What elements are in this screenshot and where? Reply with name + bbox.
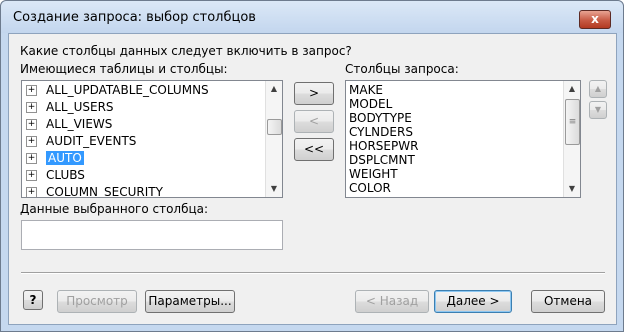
query-columns-scrollbar[interactable]: ▲ ≡ ▼	[563, 81, 580, 197]
scroll-up-arrow-icon[interactable]: ▲	[266, 81, 282, 97]
scroll-up-arrow-icon[interactable]: ▲	[564, 81, 580, 97]
help-icon: ?	[29, 293, 37, 307]
dialog-body: Какие столбцы данных следует включить в …	[8, 33, 617, 325]
tree-item[interactable]: + COLUMN_SECURITY	[26, 185, 163, 198]
options-button[interactable]: Параметры...	[145, 290, 235, 313]
expand-icon[interactable]: +	[26, 136, 37, 147]
tree-item-label: AUTO	[46, 151, 84, 165]
scroll-thumb[interactable]	[267, 119, 282, 135]
move-up-button[interactable]: ▲	[589, 80, 607, 98]
title-bar: Создание запроса: выбор столбцов x	[1, 1, 623, 33]
selected-column-data-field	[21, 220, 283, 250]
expand-icon[interactable]: +	[26, 187, 37, 197]
help-button[interactable]: ?	[23, 290, 43, 310]
back-button[interactable]: < Назад	[355, 290, 429, 313]
tree-item[interactable]: + CLUBS	[26, 168, 85, 185]
tree-item-label: ALL_VIEWS	[46, 117, 113, 131]
expand-icon[interactable]: +	[26, 170, 37, 181]
tree-item-label: CLUBS	[46, 168, 85, 182]
cancel-button[interactable]: Отмена	[531, 290, 605, 313]
scroll-down-arrow-icon[interactable]: ▼	[266, 181, 282, 197]
preview-button[interactable]: Просмотр	[57, 290, 137, 313]
prompt-text: Какие столбцы данных следует включить в …	[20, 44, 352, 58]
next-button[interactable]: Далее >	[434, 290, 512, 313]
query-wizard-dialog: Создание запроса: выбор столбцов x Какие…	[0, 0, 624, 332]
scroll-thumb[interactable]: ≡	[565, 99, 580, 145]
scroll-down-arrow-icon[interactable]: ▼	[564, 181, 580, 197]
tree-item-label: AUDIT_EVENTS	[46, 134, 137, 148]
tree-item-label: ALL_UPDATABLE_COLUMNS	[46, 83, 209, 97]
available-label: Имеющиеся таблицы и столбцы:	[20, 62, 228, 76]
remove-column-button[interactable]: <	[294, 110, 334, 133]
move-down-button[interactable]: ▼	[589, 101, 607, 119]
dialog-title: Создание запроса: выбор столбцов	[13, 10, 256, 25]
selected-column-data-label: Данные выбранного столбца:	[20, 202, 209, 216]
available-tables-list[interactable]: + ALL_UPDATABLE_COLUMNS + ALL_USERS + ALL_V…	[21, 80, 283, 198]
tree-item[interactable]: + AUDIT_EVENTS	[26, 134, 136, 151]
query-columns-list[interactable]: MAKE MODEL BODYTYPE CYLNDERS HORSEPWR DS…	[345, 80, 581, 198]
tree-item-label: COLUMN_SECURITY	[46, 185, 163, 198]
available-scrollbar[interactable]: ▲ ▼	[265, 81, 282, 197]
expand-icon[interactable]: +	[26, 85, 37, 96]
expand-icon[interactable]: +	[26, 153, 37, 164]
list-item[interactable]: COLOR	[349, 181, 391, 197]
query-columns-label: Столбцы запроса:	[345, 62, 459, 76]
tree-item[interactable]: + ALL_UPDATABLE_COLUMNS	[26, 83, 209, 100]
expand-icon[interactable]: +	[26, 119, 37, 130]
expand-icon[interactable]: +	[26, 102, 37, 113]
tree-item[interactable]: + ALL_USERS	[26, 100, 114, 117]
separator	[21, 272, 605, 274]
close-button[interactable]: x	[579, 10, 611, 29]
add-column-button[interactable]: >	[294, 82, 334, 105]
tree-item[interactable]: + ALL_VIEWS	[26, 117, 112, 134]
tree-item-selected[interactable]: + AUTO	[26, 151, 84, 168]
tree-item-label: ALL_USERS	[46, 100, 114, 114]
remove-all-columns-button[interactable]: <<	[294, 138, 334, 161]
